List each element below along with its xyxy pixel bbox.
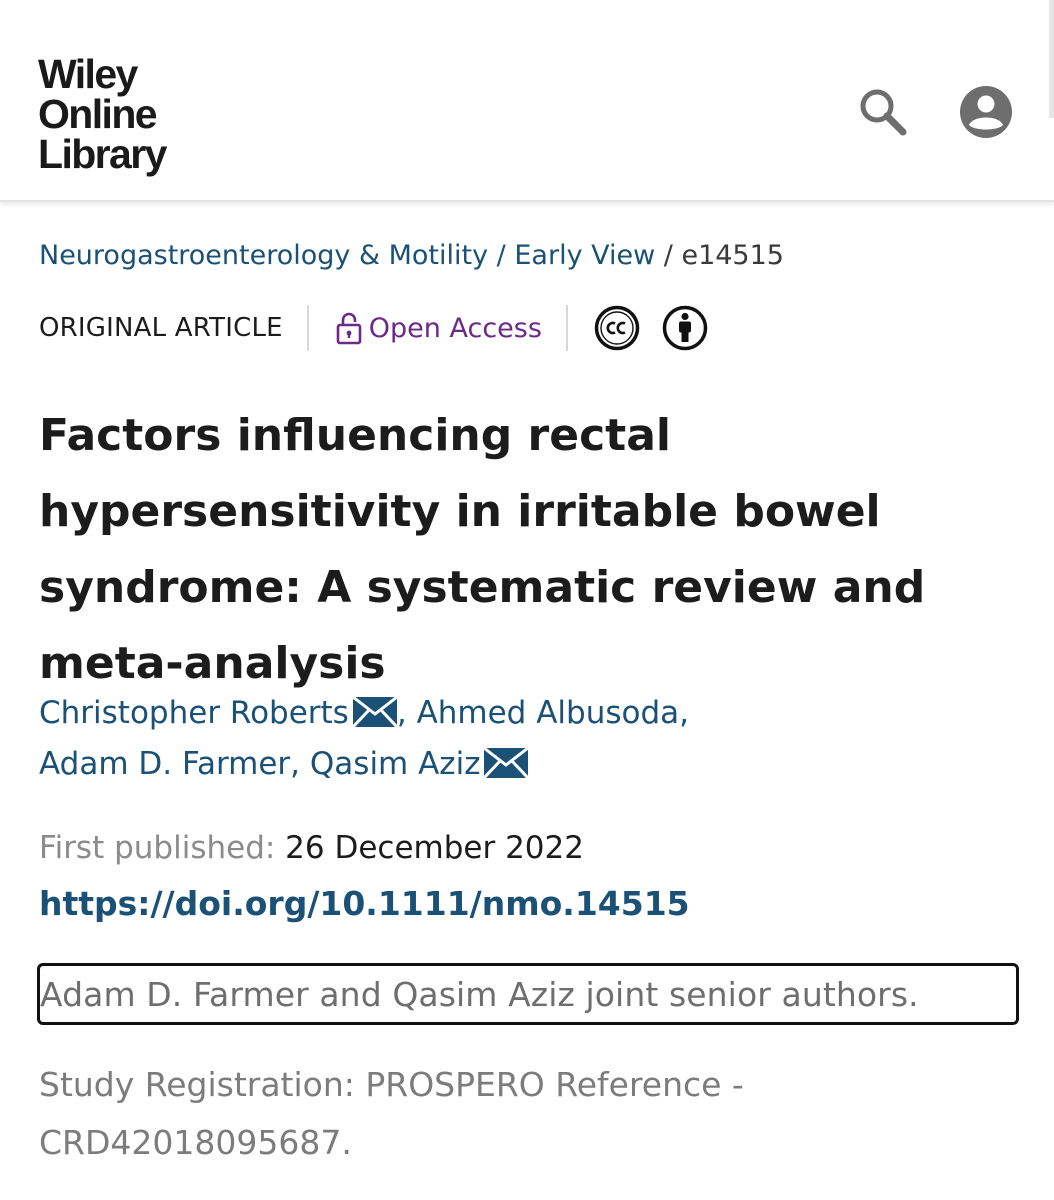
first-published: First published: 26 December 2022 (39, 826, 584, 870)
first-published-label: First published: (39, 830, 276, 866)
attribution-icon (662, 305, 708, 351)
open-lock-icon (336, 312, 362, 345)
open-access-label: Open Access (368, 312, 542, 344)
logo-line-1: Wiley (38, 51, 138, 97)
author-separator (300, 746, 310, 782)
wiley-online-library-logo[interactable]: Wiley Online Library (38, 51, 167, 177)
article-title: Factors influencing rectal hypersensitiv… (39, 410, 926, 689)
scrollbar[interactable] (1049, 0, 1054, 118)
author-link[interactable]: Adam D. Farmer (39, 746, 290, 782)
search-button[interactable] (855, 84, 911, 140)
doi-link[interactable]: https://doi.org/10.1111/nmo.14515 (39, 880, 690, 928)
open-access-badge: Open Access (335, 311, 542, 345)
first-published-date: 26 December 2022 (275, 830, 584, 866)
site-header: Wiley Online Library (0, 0, 1054, 202)
article-type-label: ORIGINAL ARTICLE (39, 313, 283, 343)
account-button[interactable] (958, 84, 1014, 140)
author-separator: , (679, 695, 690, 731)
author-link[interactable]: Christopher Roberts (39, 695, 349, 731)
logo-line-3: Library (38, 131, 167, 177)
breadcrumb-separator: / (488, 240, 515, 271)
author-separator: , (396, 695, 407, 731)
license-icons[interactable] (594, 305, 708, 351)
breadcrumb-separator: / (655, 240, 682, 271)
author-link[interactable]: Qasim Aziz (310, 746, 481, 782)
author-separator (407, 695, 417, 731)
divider (565, 305, 568, 351)
account-circle-icon (960, 86, 1012, 138)
breadcrumb-issue-link[interactable]: Early View (514, 240, 655, 271)
email-icon[interactable] (484, 748, 529, 778)
creative-commons-icon (594, 305, 640, 351)
search-icon (860, 89, 907, 136)
author-separator: , (290, 746, 301, 782)
breadcrumb: Neurogastroenterology & Motility / Early… (39, 238, 784, 274)
divider (306, 305, 309, 351)
author-list: Christopher Roberts, Ahmed Albusoda, Ada… (39, 688, 1029, 790)
study-registration: Study Registration: PROSPERO Reference -… (39, 1065, 744, 1162)
breadcrumb-journal-link[interactable]: Neurogastroenterology & Motility (39, 240, 488, 271)
author-link[interactable]: Ahmed Albusoda (417, 695, 680, 731)
senior-authors-note: Adam D. Farmer and Qasim Aziz joint seni… (40, 975, 919, 1014)
article-meta-row: ORIGINAL ARTICLE Open Access (39, 304, 708, 352)
email-icon[interactable] (352, 697, 397, 727)
logo-line-2: Online (38, 91, 158, 137)
breadcrumb-article-id: e14515 (681, 240, 784, 271)
